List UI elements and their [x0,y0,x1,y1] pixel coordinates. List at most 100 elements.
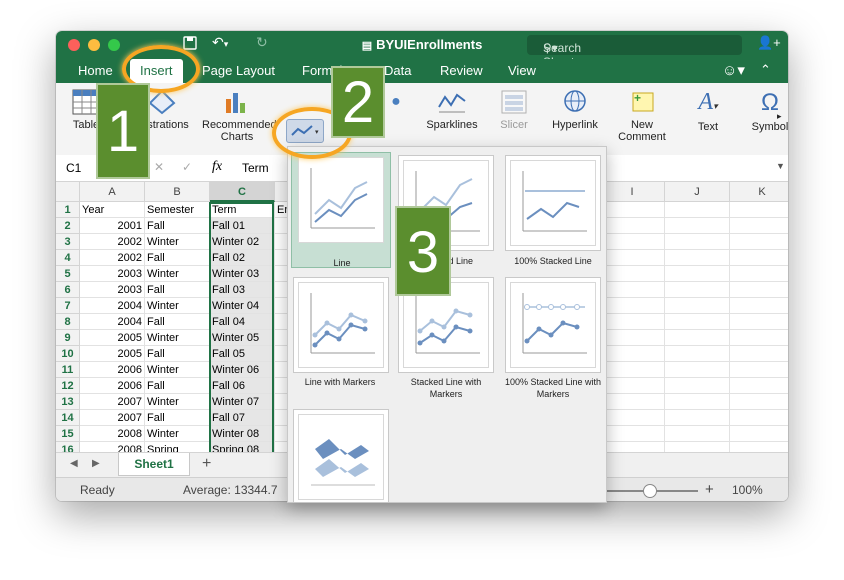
cell-j[interactable] [665,362,730,378]
cell-j[interactable] [665,378,730,394]
search-sheet-field[interactable]: ⚲▾ Search Sheet [527,35,742,69]
cell-c[interactable]: Term [210,202,275,218]
cell-j[interactable] [665,346,730,362]
cell-i[interactable] [600,282,665,298]
cell-a[interactable]: 2002 [80,234,145,250]
cell-j[interactable] [665,218,730,234]
cell-k[interactable] [730,362,788,378]
row-header[interactable]: 10 [56,346,80,362]
cell-c[interactable]: Winter 02 [210,234,275,250]
line-chart-option[interactable]: Line [291,152,391,268]
function-icon[interactable]: fx [212,159,222,175]
cell-k[interactable] [730,282,788,298]
cell-i[interactable] [600,330,665,346]
stacked-100-line-option[interactable] [505,155,601,251]
text-button[interactable]: A▾ Text [684,89,732,133]
name-box[interactable]: C1 [66,161,81,175]
cell-b[interactable]: Winter [145,266,210,282]
new-comment-button[interactable]: + New Comment [614,89,670,143]
prev-sheet-icon[interactable]: ◀ [70,458,78,469]
cell-b[interactable]: Fall [145,314,210,330]
recommended-charts-button[interactable]: Recommended Charts [202,89,277,143]
cell-c[interactable]: Winter 05 [210,330,275,346]
cell-b[interactable]: Winter [145,394,210,410]
row-header[interactable]: 4 [56,250,80,266]
row-header[interactable]: 6 [56,282,80,298]
cell-c[interactable]: Winter 08 [210,426,275,442]
cell-i[interactable] [600,266,665,282]
cell-k[interactable] [730,410,788,426]
row-header[interactable]: 15 [56,426,80,442]
cell-k[interactable] [730,202,788,218]
cell-k[interactable] [730,394,788,410]
line-with-markers-option[interactable] [293,277,389,373]
cancel-entry-icon[interactable]: ✕ [154,160,164,174]
tab-view[interactable]: View [508,63,536,78]
cell-b[interactable]: Fall [145,250,210,266]
cell-c[interactable]: Fall 01 [210,218,275,234]
cell-a[interactable]: 2004 [80,298,145,314]
cell-b[interactable]: Semester [145,202,210,218]
cell-c[interactable]: Fall 07 [210,410,275,426]
cell-i[interactable] [600,378,665,394]
column-header-b[interactable]: B [145,182,210,202]
cell-a[interactable]: 2003 [80,266,145,282]
zoom-in-button[interactable]: + [705,481,714,498]
cell-c[interactable]: Fall 03 [210,282,275,298]
tab-page-layout[interactable]: Page Layout [202,63,275,78]
cell-b[interactable]: Winter [145,298,210,314]
cell-b[interactable]: Winter [145,330,210,346]
row-header[interactable]: 2 [56,218,80,234]
cell-i[interactable] [600,234,665,250]
cell-k[interactable] [730,426,788,442]
cell-b[interactable]: Winter [145,234,210,250]
cell-k[interactable] [730,314,788,330]
cell-k[interactable] [730,250,788,266]
cell-j[interactable] [665,202,730,218]
cell-j[interactable] [665,330,730,346]
cell-b[interactable]: Winter [145,362,210,378]
cell-i[interactable] [600,426,665,442]
cell-c[interactable]: Fall 06 [210,378,275,394]
row-header[interactable]: 8 [56,314,80,330]
column-header-i[interactable]: I [600,182,665,202]
cell-k[interactable] [730,330,788,346]
collapse-ribbon-icon[interactable]: ⌃ [760,62,771,78]
cell-i[interactable] [600,250,665,266]
cell-i[interactable] [600,314,665,330]
cell-b[interactable]: Fall [145,282,210,298]
ribbon-scroll-right-icon[interactable]: ▸ [777,111,782,122]
row-header[interactable]: 13 [56,394,80,410]
cell-j[interactable] [665,394,730,410]
cell-j[interactable] [665,266,730,282]
cell-a[interactable]: 2005 [80,346,145,362]
slicer-button[interactable]: Slicer [492,89,536,131]
column-header-j[interactable]: J [665,182,730,202]
cell-i[interactable] [600,218,665,234]
column-header-a[interactable]: A [80,182,145,202]
cell-i[interactable] [600,410,665,426]
cell-b[interactable]: Fall [145,346,210,362]
cell-c[interactable]: Winter 06 [210,362,275,378]
cell-j[interactable] [665,298,730,314]
row-header[interactable]: 1 [56,202,80,218]
row-header[interactable]: 11 [56,362,80,378]
cell-b[interactable]: Winter [145,426,210,442]
cell-j[interactable] [665,426,730,442]
cell-a[interactable]: 2002 [80,250,145,266]
cell-a[interactable]: 2004 [80,314,145,330]
cell-a[interactable]: 2007 [80,394,145,410]
cell-c[interactable]: Winter 07 [210,394,275,410]
share-user-icon[interactable]: 👤+ [757,35,781,51]
3d-line-option[interactable] [293,409,389,502]
row-header[interactable]: 14 [56,410,80,426]
tab-home[interactable]: Home [78,63,113,78]
cell-a[interactable]: 2006 [80,378,145,394]
row-header[interactable]: 9 [56,330,80,346]
sheet-tab-sheet1[interactable]: Sheet1 [118,453,190,476]
formula-input[interactable]: Term [242,161,269,175]
confirm-entry-icon[interactable]: ✓ [182,160,192,174]
column-header-k[interactable]: K [730,182,788,202]
column-header-c[interactable]: C [210,182,275,202]
cell-c[interactable]: Winter 04 [210,298,275,314]
